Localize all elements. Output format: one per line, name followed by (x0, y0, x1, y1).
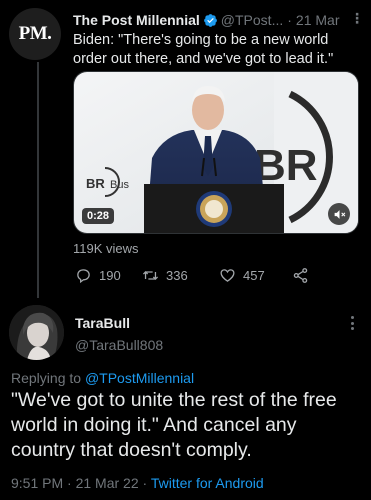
author-handle[interactable]: @TPost... (221, 12, 283, 28)
replying-to-handle-link[interactable]: @TPostMillennial (85, 370, 194, 386)
separator-dot: · (287, 12, 292, 28)
sign-large-text: BR (254, 141, 318, 190)
mute-icon[interactable] (328, 203, 350, 225)
tweet-source[interactable]: Twitter for Android (151, 475, 264, 491)
reply-button[interactable]: 190 (75, 264, 121, 286)
replying-to-line: Replying to @TPostMillennial (11, 370, 194, 386)
tweet-text: Biden: "There's going to be a new world … (73, 32, 334, 67)
reply-icon (77, 268, 90, 283)
author-name[interactable]: TaraBull (75, 315, 130, 331)
separator-dot: · (142, 475, 151, 491)
replying-to-prefix: Replying to (11, 370, 85, 386)
author-name[interactable]: The Post Millennial (73, 12, 200, 28)
avatar-logo-text: PM. (18, 23, 52, 44)
video-frame: BR BR Bus (74, 72, 358, 233)
share-button[interactable] (292, 264, 316, 286)
author-handle[interactable]: @TaraBull808 (75, 337, 163, 353)
tweet-time[interactable]: 9:51 PM (11, 475, 63, 491)
video-player[interactable]: BR BR Bus 0:28 (73, 71, 359, 234)
like-count: 457 (243, 267, 265, 283)
parent-tweet[interactable]: PM. The Post Millennial @TPost... · 21 M… (0, 0, 371, 298)
sign-small-text: BR (86, 176, 105, 191)
tweet-date[interactable]: 21 Mar (296, 12, 340, 28)
reply-count: 190 (99, 267, 121, 283)
like-icon (220, 268, 235, 282)
separator-dot: · (67, 475, 76, 491)
video-duration: 0:28 (82, 208, 115, 224)
sign-small-subtext: Bus (110, 179, 129, 191)
avatar-photo (9, 305, 64, 360)
share-icon (293, 267, 308, 283)
reply-tweet[interactable]: TaraBull @TaraBull808 Replying to @TPost… (0, 300, 371, 500)
retweet-count: 336 (166, 267, 188, 283)
author-avatar[interactable] (9, 305, 64, 360)
tweet-date[interactable]: 21 Mar 22 (76, 475, 139, 491)
view-count: 119K views (73, 241, 139, 256)
tweet-meta: 9:51 PM · 21 Mar 22 · Twitter for Androi… (11, 475, 264, 491)
more-icon[interactable]: ⋮ (350, 10, 364, 27)
thread-connector-line (37, 62, 39, 298)
like-button[interactable]: 457 (219, 264, 265, 286)
action-bar: 190 336 457 (73, 264, 323, 286)
author-avatar[interactable]: PM. (9, 8, 61, 60)
retweet-icon (142, 270, 159, 280)
retweet-button[interactable]: 336 (142, 264, 188, 286)
tweet-header: The Post Millennial @TPost... · 21 Mar ⋮ (73, 10, 365, 30)
verified-badge-icon (203, 13, 217, 27)
tweet-text: "We've got to unite the rest of the free… (11, 389, 337, 461)
more-icon[interactable] (351, 316, 354, 330)
